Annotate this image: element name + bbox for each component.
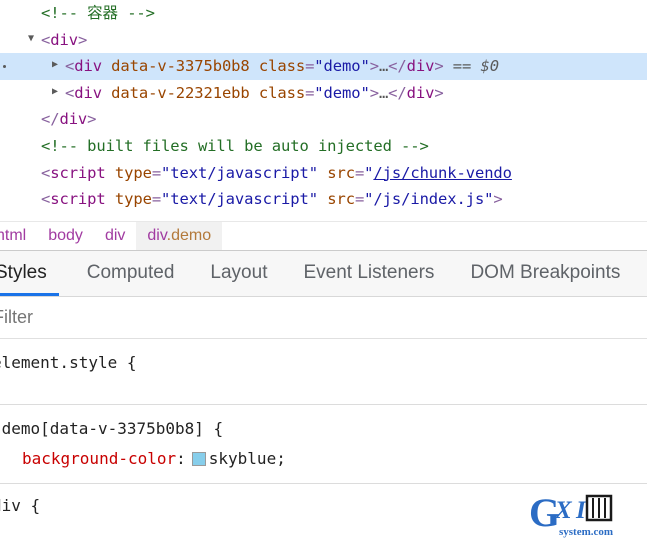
css-colon: : (176, 449, 186, 468)
dom-node-comment-container[interactable]: <!-- 容器 --> (0, 0, 647, 27)
dom-token-tag: div (74, 57, 102, 76)
chevron-right-icon[interactable] (52, 79, 65, 106)
css-selector[interactable]: .demo[data-v-3375b0b8] { (0, 414, 647, 444)
dom-token-ellip: … (378, 83, 389, 102)
breadcrumb-item-label: body (48, 226, 83, 244)
dom-node-comment-built-files[interactable]: <!-- built files will be auto injected -… (0, 133, 647, 160)
styles-tab-bar[interactable]: Styles Computed Layout Event Listeners DOM B… (0, 251, 647, 297)
dom-node-script-index-js[interactable]: <script type="text/javascript" src="/js/… (0, 186, 647, 213)
dom-token-comment: <!-- 容器 --> (41, 4, 155, 22)
dom-token-punct: < (41, 30, 51, 49)
dom-token-punct: < (41, 190, 51, 209)
dom-token-attr: src (327, 163, 355, 182)
breadcrumb-item-label: div (104, 226, 126, 244)
color-swatch-icon[interactable] (191, 452, 206, 466)
breadcrumb-item-class: .demo (166, 226, 212, 244)
breadcrumb-item-label: div (147, 226, 167, 244)
dom-token-attrval: "/js/index.js" (364, 190, 494, 209)
dom-token-tag: div (59, 110, 88, 129)
css-value[interactable]: skyblue; (209, 449, 286, 468)
dom-token-punct: </ (388, 83, 407, 102)
dom-token-punct: > (434, 57, 444, 76)
dom-node-div-demo-3375b0b8[interactable]: <div data-v-3375b0b8 class="demo">…</div… (0, 53, 647, 80)
dom-token-attr: type (114, 163, 152, 182)
dom-token-punct: > (369, 83, 379, 102)
dom-token-tag: div (406, 57, 435, 76)
tab-styles[interactable]: Styles (0, 261, 69, 296)
dom-token-plain (250, 84, 259, 102)
css-selector[interactable]: element.style { (0, 348, 647, 378)
dom-token-attr: data-v-22321ebb (111, 83, 250, 102)
breadcrumb-item-label: html (0, 226, 27, 244)
dom-token-plain (106, 190, 115, 208)
dom-token-ellip: … (378, 57, 389, 76)
dom-token-punct: > (434, 83, 444, 102)
dom-token-tag: div (406, 83, 435, 102)
breadcrumb-item-div[interactable]: div (94, 222, 136, 250)
dom-token-attrval: "text/javascript" (161, 163, 318, 182)
breadcrumb-item-body[interactable]: body (37, 222, 94, 250)
css-rule-element-style[interactable]: element.style { (0, 339, 647, 405)
dom-node-div-demo-22321ebb[interactable]: <div data-v-22321ebb class="demo">…</div… (0, 80, 647, 107)
chevron-down-icon[interactable] (28, 26, 41, 53)
breadcrumb[interactable]: htmlbodydivdiv.demo (0, 221, 647, 251)
styles-pane[interactable]: element.style {.demo[data-v-3375b0b8] {b… (0, 339, 647, 544)
dom-token-plain (106, 164, 115, 182)
dom-token-punct: > (493, 190, 503, 209)
dom-token-eqsel: == $0 (443, 57, 499, 76)
dom-token-attr: class (258, 57, 306, 76)
tab-computed[interactable]: Computed (69, 261, 193, 296)
dom-token-tag: div (74, 83, 102, 102)
devtools-screenshot: <!-- 容器 --><div><div data-v-3375b0b8 cla… (0, 0, 647, 544)
dom-token-attrval: "text/javascript" (161, 190, 318, 209)
dom-token-comment: <!-- built files will be auto injected -… (41, 136, 429, 155)
dom-token-punct: </ (41, 110, 60, 129)
tab-layout[interactable]: Layout (192, 261, 285, 296)
dom-token-link[interactable]: /js/chunk-vendo (373, 164, 512, 182)
dom-token-attrval: "demo" (314, 57, 370, 76)
breadcrumb-item-html[interactable]: html (0, 222, 37, 250)
css-rule-partial-next[interactable]: div { (0, 484, 647, 521)
dom-token-plain (318, 164, 327, 182)
tab-event-listeners[interactable]: Event Listeners (285, 261, 452, 296)
dom-token-punct: < (65, 83, 75, 102)
dom-token-attrval: "demo" (314, 83, 370, 102)
dom-token-tag: script (50, 163, 106, 182)
dom-token-punct: > (77, 30, 88, 49)
dom-token-punct: < (65, 57, 75, 76)
dom-node-div-close[interactable]: </div> (0, 106, 647, 133)
dom-token-punct: = (305, 57, 315, 76)
dom-token-punct: = (305, 83, 315, 102)
dom-token-plain (250, 57, 259, 75)
dom-token-punct: < (41, 163, 51, 182)
dom-token-plain (102, 57, 111, 75)
dom-token-punct: > (369, 57, 379, 76)
selected-marker-dot (3, 65, 6, 69)
dom-node-div-open[interactable]: <div> (0, 27, 647, 54)
dom-token-tag: script (50, 190, 106, 209)
dom-token-punct: = (354, 190, 365, 209)
breadcrumb-item-div.demo[interactable]: div.demo (136, 222, 223, 250)
dom-token-attr: data-v-3375b0b8 (111, 57, 250, 76)
dom-token-attr: type (114, 190, 152, 209)
filter-input[interactable] (0, 307, 293, 328)
css-property[interactable]: background-color (22, 449, 176, 468)
chevron-right-icon[interactable] (52, 52, 65, 79)
dom-token-attr: src (327, 190, 355, 209)
dom-token-punct: = (151, 163, 162, 182)
dom-token-plain (318, 190, 327, 208)
dom-token-plain (102, 84, 111, 102)
dom-token-punct: = (354, 163, 365, 182)
dom-node-script-chunk-vendors[interactable]: <script type="text/javascript" src="/js/… (0, 160, 647, 187)
css-declaration[interactable]: background-color: skyblue; (0, 444, 647, 474)
tab-dom-breakpoints[interactable]: DOM Breakpoints (452, 261, 638, 296)
dom-token-attr: class (258, 83, 306, 102)
dom-token-tag: div (50, 30, 78, 49)
dom-token-punct: </ (388, 57, 407, 76)
filter-bar[interactable] (0, 297, 647, 339)
dom-tree-pane[interactable]: <!-- 容器 --><div><div data-v-3375b0b8 cla… (0, 0, 647, 221)
dom-token-punct: > (87, 110, 97, 129)
css-rule-demo-scoped-rule[interactable]: .demo[data-v-3375b0b8] {background-color… (0, 405, 647, 484)
dom-token-punct: = (151, 190, 162, 209)
